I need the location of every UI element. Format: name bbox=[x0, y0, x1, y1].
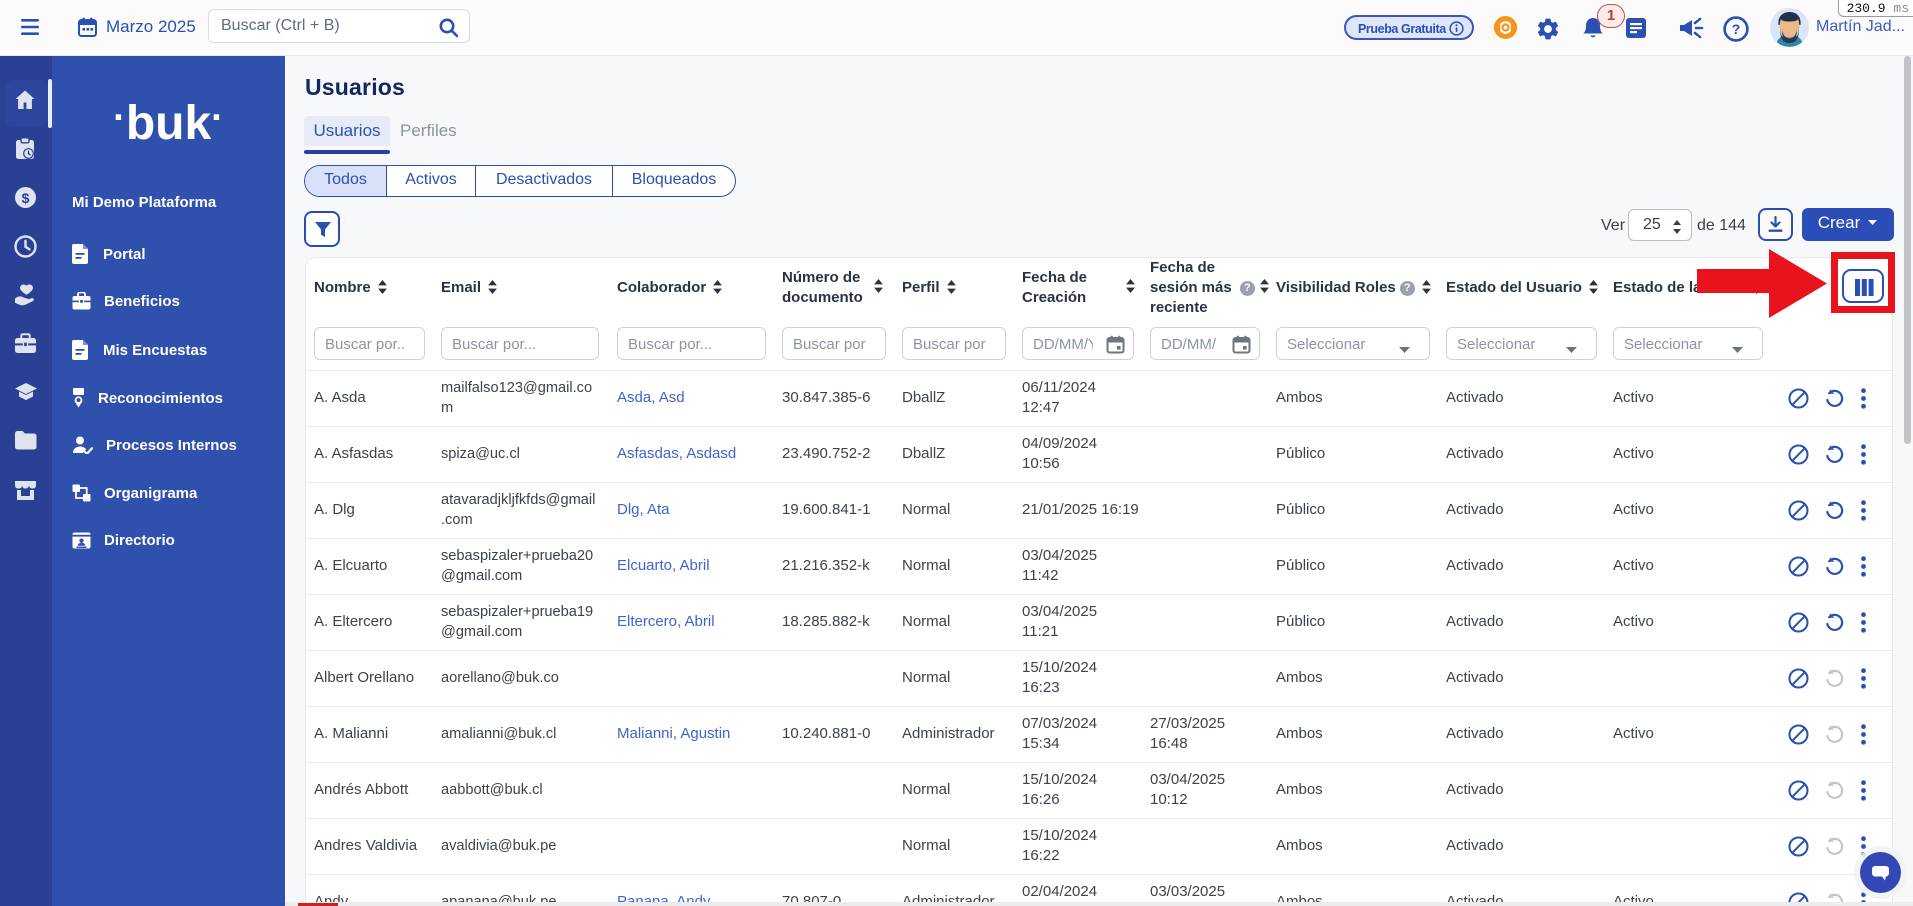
svg-text:$: $ bbox=[22, 190, 30, 206]
svg-text:?: ? bbox=[1732, 21, 1741, 37]
